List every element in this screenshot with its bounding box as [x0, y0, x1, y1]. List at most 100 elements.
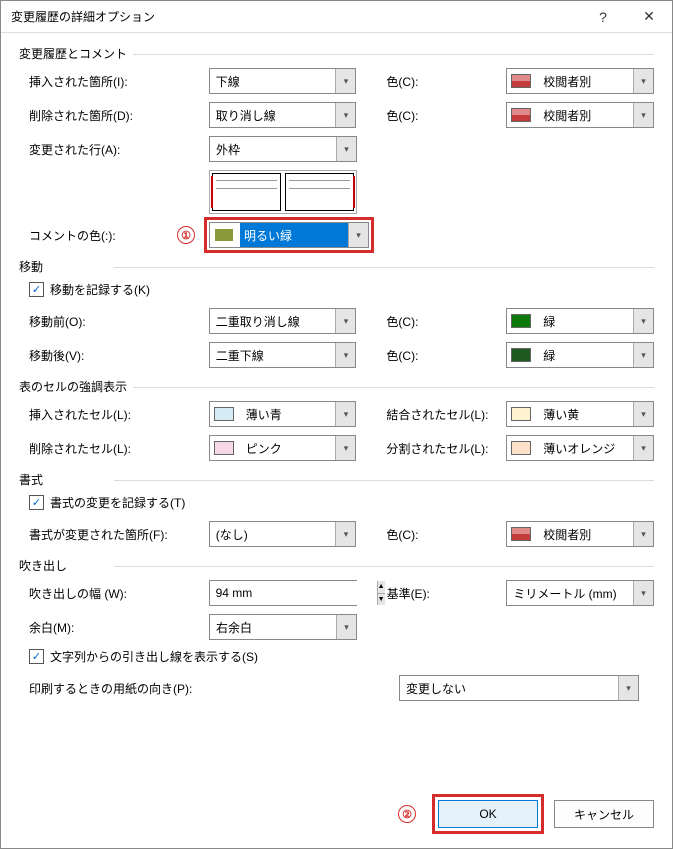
- moved-from-color-label: 色(C):: [386, 313, 506, 330]
- annotation-2-highlight: OK: [432, 794, 544, 834]
- chevron-down-icon: ▾: [633, 103, 653, 127]
- orientation-label: 印刷するときの用紙の向き(P):: [29, 680, 399, 697]
- deletions-color-label: 色(C):: [386, 107, 506, 124]
- chevron-down-icon: ▾: [633, 436, 653, 460]
- formatting-color-dropdown[interactable]: 校閲者別 ▾: [506, 521, 654, 547]
- dialog-title: 変更履歴の詳細オプション: [11, 8, 155, 25]
- titlebar-buttons: ? ✕: [580, 1, 672, 32]
- insertions-label: 挿入された箇所(I):: [29, 73, 209, 90]
- deletions-color-dropdown[interactable]: 校閲者別 ▾: [506, 102, 654, 128]
- deleted-cells-dropdown[interactable]: ピンク ▾: [209, 435, 357, 461]
- show-lines-checkbox[interactable]: ✓: [29, 649, 44, 664]
- chevron-down-icon: ▾: [335, 69, 355, 93]
- formatting-label: 書式が変更された箇所(F):: [29, 526, 209, 543]
- split-cells-label: 分割されたセル(L):: [386, 440, 506, 457]
- balloon-width-input[interactable]: [210, 581, 377, 605]
- chevron-down-icon: ▾: [335, 343, 355, 367]
- chevron-down-icon: ▾: [633, 343, 653, 367]
- moved-from-color-dropdown[interactable]: 緑 ▾: [506, 308, 654, 334]
- chevron-down-icon: ▾: [633, 522, 653, 546]
- color-swatch: [511, 407, 531, 421]
- moved-to-color-label: 色(C):: [386, 347, 506, 364]
- group-formatting-label: 書式: [19, 471, 654, 488]
- formatting-dropdown[interactable]: (なし) ▾: [209, 521, 357, 547]
- track-formatting-checkbox[interactable]: ✓: [29, 495, 44, 510]
- chevron-down-icon: ▾: [348, 223, 368, 247]
- changed-lines-dropdown[interactable]: 外枠 ▾: [209, 136, 357, 162]
- deletions-label: 削除された箇所(D):: [29, 107, 209, 124]
- content: 変更履歴とコメント 挿入された箇所(I): 下線 ▾ 色(C): 校閲者別 ▾ …: [1, 33, 672, 780]
- ok-button[interactable]: OK: [438, 800, 538, 828]
- chevron-down-icon: ▾: [336, 137, 356, 161]
- moved-to-dropdown[interactable]: 二重下線 ▾: [209, 342, 357, 368]
- margin-label: 余白(M):: [29, 619, 209, 636]
- section-table-cells: 表のセルの強調表示 挿入されたセル(L): 薄い青 ▾ 結合されたセル(L): …: [19, 378, 654, 461]
- chevron-down-icon: ▾: [335, 436, 355, 460]
- inserted-cells-label: 挿入されたセル(L):: [29, 406, 209, 423]
- section-balloons: 吹き出し 吹き出しの幅 (W): ▲ ▼ 基準(E): ミリメートル (mm) …: [19, 557, 654, 701]
- chevron-down-icon: ▾: [335, 309, 355, 333]
- orientation-dropdown[interactable]: 変更しない ▾: [399, 675, 639, 701]
- chevron-down-icon: ▾: [633, 581, 653, 605]
- dialog: 変更履歴の詳細オプション ? ✕ 変更履歴とコメント 挿入された箇所(I): 下…: [0, 0, 673, 849]
- color-swatch: [214, 228, 234, 242]
- group-table-label: 表のセルの強調表示: [19, 378, 654, 395]
- close-button[interactable]: ✕: [626, 1, 672, 32]
- chevron-down-icon: ▾: [633, 69, 653, 93]
- moved-to-color-dropdown[interactable]: 緑 ▾: [506, 342, 654, 368]
- formatting-color-label: 色(C):: [386, 526, 506, 543]
- insertions-color-dropdown[interactable]: 校閲者別 ▾: [506, 68, 654, 94]
- inserted-cells-dropdown[interactable]: 薄い青 ▾: [209, 401, 357, 427]
- chevron-down-icon: ▾: [336, 615, 356, 639]
- track-moves-checkbox[interactable]: ✓: [29, 282, 44, 297]
- merged-cells-dropdown[interactable]: 薄い黄 ▾: [506, 401, 654, 427]
- balloon-width-label: 吹き出しの幅 (W):: [29, 585, 209, 602]
- cancel-button[interactable]: キャンセル: [554, 800, 654, 828]
- color-swatch: [214, 441, 234, 455]
- section-moves: 移動 ✓ 移動を記録する(K) 移動前(O): 二重取り消し線 ▾ 色(C): …: [19, 258, 654, 368]
- chevron-down-icon: ▾: [618, 676, 638, 700]
- moved-from-label: 移動前(O):: [29, 313, 209, 330]
- chevron-down-icon: ▾: [633, 309, 653, 333]
- spinner-up[interactable]: ▲: [378, 581, 385, 594]
- footer: ② OK キャンセル: [1, 780, 672, 848]
- color-swatch: [511, 314, 531, 328]
- color-swatch: [511, 348, 531, 362]
- section-formatting: 書式 ✓ 書式の変更を記録する(T) 書式が変更された箇所(F): (なし) ▾…: [19, 471, 654, 547]
- chevron-down-icon: ▾: [633, 402, 653, 426]
- section-markup: 変更履歴とコメント 挿入された箇所(I): 下線 ▾ 色(C): 校閲者別 ▾ …: [19, 45, 654, 248]
- merged-cells-label: 結合されたセル(L):: [386, 406, 506, 423]
- moved-to-label: 移動後(V):: [29, 347, 209, 364]
- balloon-width-spinner[interactable]: ▲ ▼: [209, 580, 357, 606]
- moved-from-dropdown[interactable]: 二重取り消し線 ▾: [209, 308, 357, 334]
- insertions-color-label: 色(C):: [386, 73, 506, 90]
- annotation-2: ②: [398, 805, 416, 823]
- color-swatch: [214, 407, 234, 421]
- spinner-down[interactable]: ▼: [378, 594, 385, 606]
- split-cells-dropdown[interactable]: 薄いオレンジ ▾: [506, 435, 654, 461]
- color-swatch: [511, 74, 531, 88]
- measure-in-dropdown[interactable]: ミリメートル (mm) ▾: [506, 580, 654, 606]
- group-moves-label: 移動: [19, 258, 654, 275]
- chevron-down-icon: ▾: [335, 402, 355, 426]
- deletions-dropdown[interactable]: 取り消し線 ▾: [209, 102, 357, 128]
- track-formatting-label: 書式の変更を記録する(T): [50, 494, 185, 511]
- insertions-dropdown[interactable]: 下線 ▾: [209, 68, 357, 94]
- track-moves-label: 移動を記録する(K): [50, 281, 150, 298]
- deleted-cells-label: 削除されたセル(L):: [29, 440, 209, 457]
- margin-dropdown[interactable]: 右余白 ▾: [209, 614, 357, 640]
- group-balloons-label: 吹き出し: [19, 557, 654, 574]
- group-markup-label: 変更履歴とコメント: [19, 45, 654, 62]
- chevron-down-icon: ▾: [335, 522, 355, 546]
- chevron-down-icon: ▾: [335, 103, 355, 127]
- color-swatch: [511, 441, 531, 455]
- comments-color-dropdown[interactable]: 明るい緑 ▾: [209, 222, 369, 248]
- annotation-1-highlight: 明るい緑 ▾: [204, 217, 374, 253]
- titlebar: 変更履歴の詳細オプション ? ✕: [1, 1, 672, 33]
- color-swatch: [511, 108, 531, 122]
- help-button[interactable]: ?: [580, 1, 626, 32]
- annotation-1: ①: [177, 226, 195, 244]
- measure-in-label: 基準(E):: [387, 585, 507, 602]
- comments-color-label: コメントの色(:):: [29, 227, 116, 244]
- changed-lines-label: 変更された行(A):: [29, 141, 209, 158]
